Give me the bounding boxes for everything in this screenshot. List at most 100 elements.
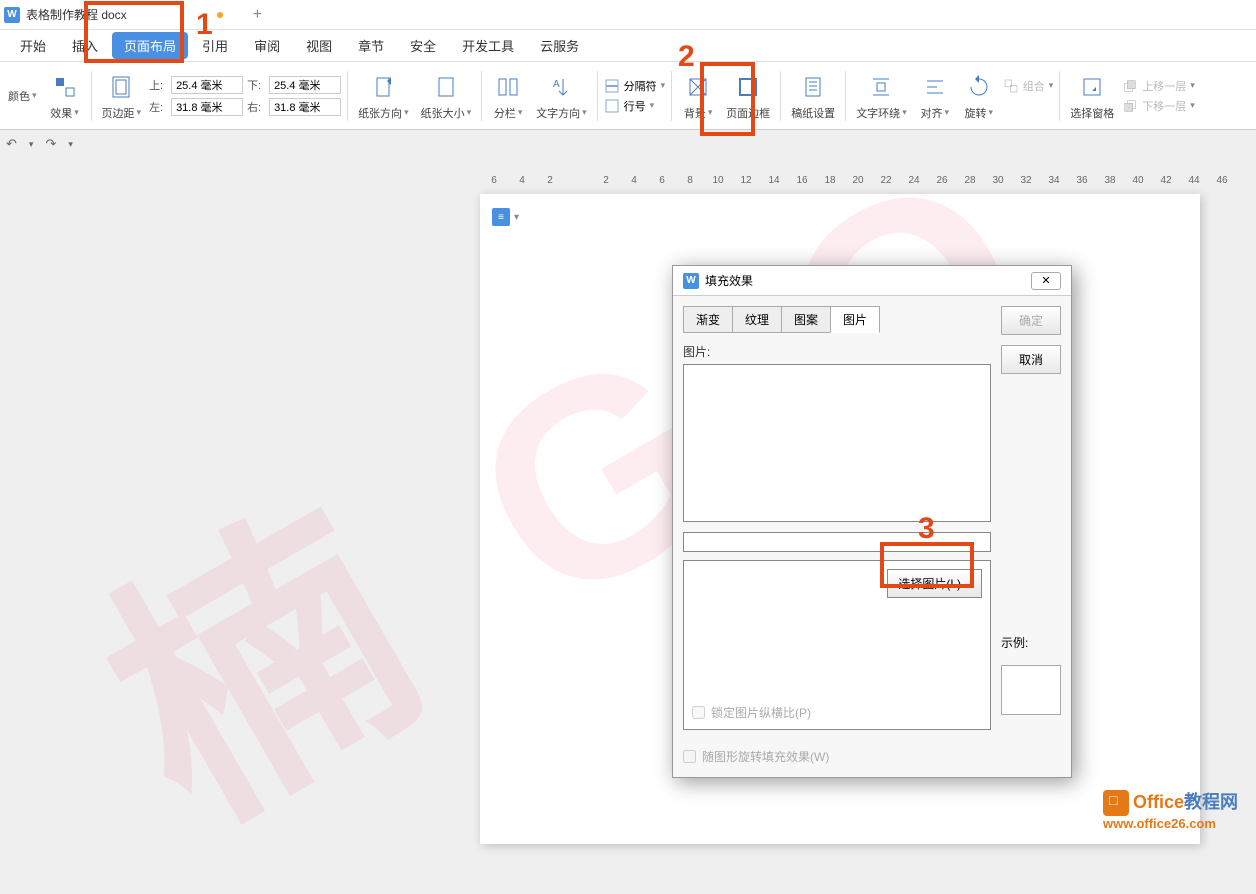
ribbon-orientation[interactable]: 纸张方向 — [354, 69, 413, 123]
dialog-title-text: 填充效果 — [705, 272, 1031, 289]
ribbon-size[interactable]: 纸张大小 — [417, 69, 476, 123]
menu-security[interactable]: 安全 — [398, 32, 448, 59]
menu-devtools[interactable]: 开发工具 — [450, 32, 526, 59]
text-direction-label: 文字方向 — [536, 105, 587, 121]
ribbon-effect[interactable]: 效果 — [45, 69, 85, 123]
annotation-number-2: 2 — [678, 40, 695, 74]
ribbon-move-up[interactable]: 上移一层 — [1122, 78, 1195, 94]
select-pane-icon — [1076, 71, 1108, 103]
ribbon-color[interactable]: 颜色 — [4, 86, 41, 106]
tab-gradient[interactable]: 渐变 — [683, 306, 733, 333]
ribbon-paper-setting[interactable]: 稿纸设置 — [787, 69, 839, 123]
background-label: 背景 — [684, 105, 713, 121]
redo-button[interactable]: ↷ — [45, 136, 56, 152]
wrap-label: 文字环绕 — [856, 105, 907, 121]
columns-label: 分栏 — [494, 105, 523, 121]
annotation-number-3: 3 — [918, 512, 935, 546]
footer-url: www.office26.com — [1103, 816, 1238, 831]
ribbon-breaks[interactable]: 分隔符 — [604, 78, 666, 94]
margin-left-input[interactable] — [171, 98, 243, 116]
margins-icon — [105, 71, 137, 103]
menu-page-layout[interactable]: 页面布局 — [112, 32, 188, 59]
ribbon-move-down[interactable]: 下移一层 — [1122, 98, 1195, 114]
horizontal-ruler: 6422468101214161820222426283032343638404… — [480, 170, 1256, 190]
ribbon-line-number[interactable]: 行号 — [604, 98, 666, 114]
margin-bottom-input[interactable] — [269, 76, 341, 94]
effect-label: 效果 — [50, 105, 79, 121]
tab-picture[interactable]: 图片 — [830, 306, 880, 333]
menu-view[interactable]: 视图 — [294, 32, 344, 59]
ribbon-rotate[interactable]: 旋转 — [959, 69, 999, 123]
dialog-close-button[interactable]: ✕ — [1031, 272, 1061, 290]
page-icon: ≡ — [492, 208, 510, 226]
tab-texture[interactable]: 纹理 — [732, 306, 782, 333]
dialog-tabs: 渐变 纹理 图案 图片 — [683, 306, 991, 333]
ribbon-columns[interactable]: 分栏 — [488, 69, 528, 123]
menu-cloud[interactable]: 云服务 — [528, 32, 591, 59]
picture-section-label: 图片: — [683, 343, 991, 360]
margin-right-input[interactable] — [269, 98, 341, 116]
background-icon — [682, 71, 714, 103]
orientation-label: 纸张方向 — [358, 105, 409, 121]
fill-effects-dialog: W 填充效果 ✕ 渐变 纹理 图案 图片 图片: 选择图片(L)... 锁定图片… — [672, 265, 1072, 778]
effect-icon — [49, 71, 81, 103]
annotation-number-1: 1 — [196, 8, 213, 42]
menu-insert[interactable]: 插入 — [60, 32, 110, 59]
ribbon-select-pane[interactable]: 选择窗格 — [1066, 69, 1118, 123]
undo-button[interactable]: ↶ — [6, 136, 17, 152]
border-icon — [732, 71, 764, 103]
example-preview — [1001, 665, 1061, 715]
margin-right-label: 右: — [247, 99, 265, 115]
move-up-icon — [1122, 78, 1138, 94]
select-pane-label: 选择窗格 — [1070, 105, 1114, 121]
menu-start[interactable]: 开始 — [8, 32, 58, 59]
rotate-fill-checkbox — [683, 750, 696, 763]
cancel-button[interactable]: 取消 — [1001, 345, 1061, 374]
dialog-icon: W — [683, 273, 699, 289]
paper-setting-icon — [797, 71, 829, 103]
menu-section[interactable]: 章节 — [346, 32, 396, 59]
dialog-titlebar[interactable]: W 填充效果 ✕ — [673, 266, 1071, 296]
line-number-icon — [604, 98, 620, 114]
page-navigation[interactable]: ≡ ▾ — [492, 208, 519, 226]
ribbon-wrap[interactable]: 文字环绕 — [852, 69, 911, 123]
columns-icon — [492, 71, 524, 103]
ribbon-margins[interactable]: 页边距 — [98, 69, 146, 123]
paper-setting-label: 稿纸设置 — [791, 105, 835, 121]
border-label: 页面边框 — [726, 105, 770, 121]
document-title: 表格制作教程 docx — [26, 6, 127, 23]
ok-button[interactable]: 确定 — [1001, 306, 1061, 335]
new-tab-button[interactable]: + — [253, 6, 262, 24]
size-label: 纸张大小 — [421, 105, 472, 121]
size-icon — [430, 71, 462, 103]
tab-pattern[interactable]: 图案 — [781, 306, 831, 333]
align-label: 对齐 — [920, 105, 949, 121]
margin-top-input[interactable] — [171, 76, 243, 94]
margin-bottom-label: 下: — [247, 77, 265, 93]
modified-indicator-icon — [217, 12, 223, 18]
move-down-icon — [1122, 98, 1138, 114]
wrap-icon — [865, 71, 897, 103]
group-icon — [1003, 78, 1019, 94]
chevron-down-icon: ▾ — [514, 212, 519, 223]
margin-top-label: 上: — [149, 77, 167, 93]
rotate-fill-label: 随图形旋转填充效果(W) — [702, 748, 829, 765]
menu-review[interactable]: 审阅 — [242, 32, 292, 59]
ribbon-background[interactable]: 背景 — [678, 69, 718, 123]
orientation-icon — [367, 71, 399, 103]
margin-inputs-2: 下: 右: — [247, 76, 341, 116]
color-label: 颜色 — [8, 88, 37, 104]
margins-label: 页边距 — [102, 105, 142, 121]
breaks-icon — [604, 78, 620, 94]
margin-inputs-1: 上: 左: — [149, 76, 243, 116]
ribbon-border[interactable]: 页面边框 — [722, 69, 774, 123]
ribbon-align[interactable]: 对齐 — [915, 69, 955, 123]
ribbon-text-direction[interactable]: A 文字方向 — [532, 69, 591, 123]
select-picture-button[interactable]: 选择图片(L)... — [887, 569, 982, 598]
lock-ratio-label: 锁定图片纵横比(P) — [711, 704, 811, 721]
ribbon-group-group[interactable]: 组合 — [1003, 78, 1054, 94]
picture-name-field — [683, 532, 991, 552]
app-icon: W — [4, 7, 20, 23]
footer-branding: Office教程网 www.office26.com — [1103, 788, 1238, 831]
picture-options-box: 选择图片(L)... 锁定图片纵横比(P) — [683, 560, 991, 730]
